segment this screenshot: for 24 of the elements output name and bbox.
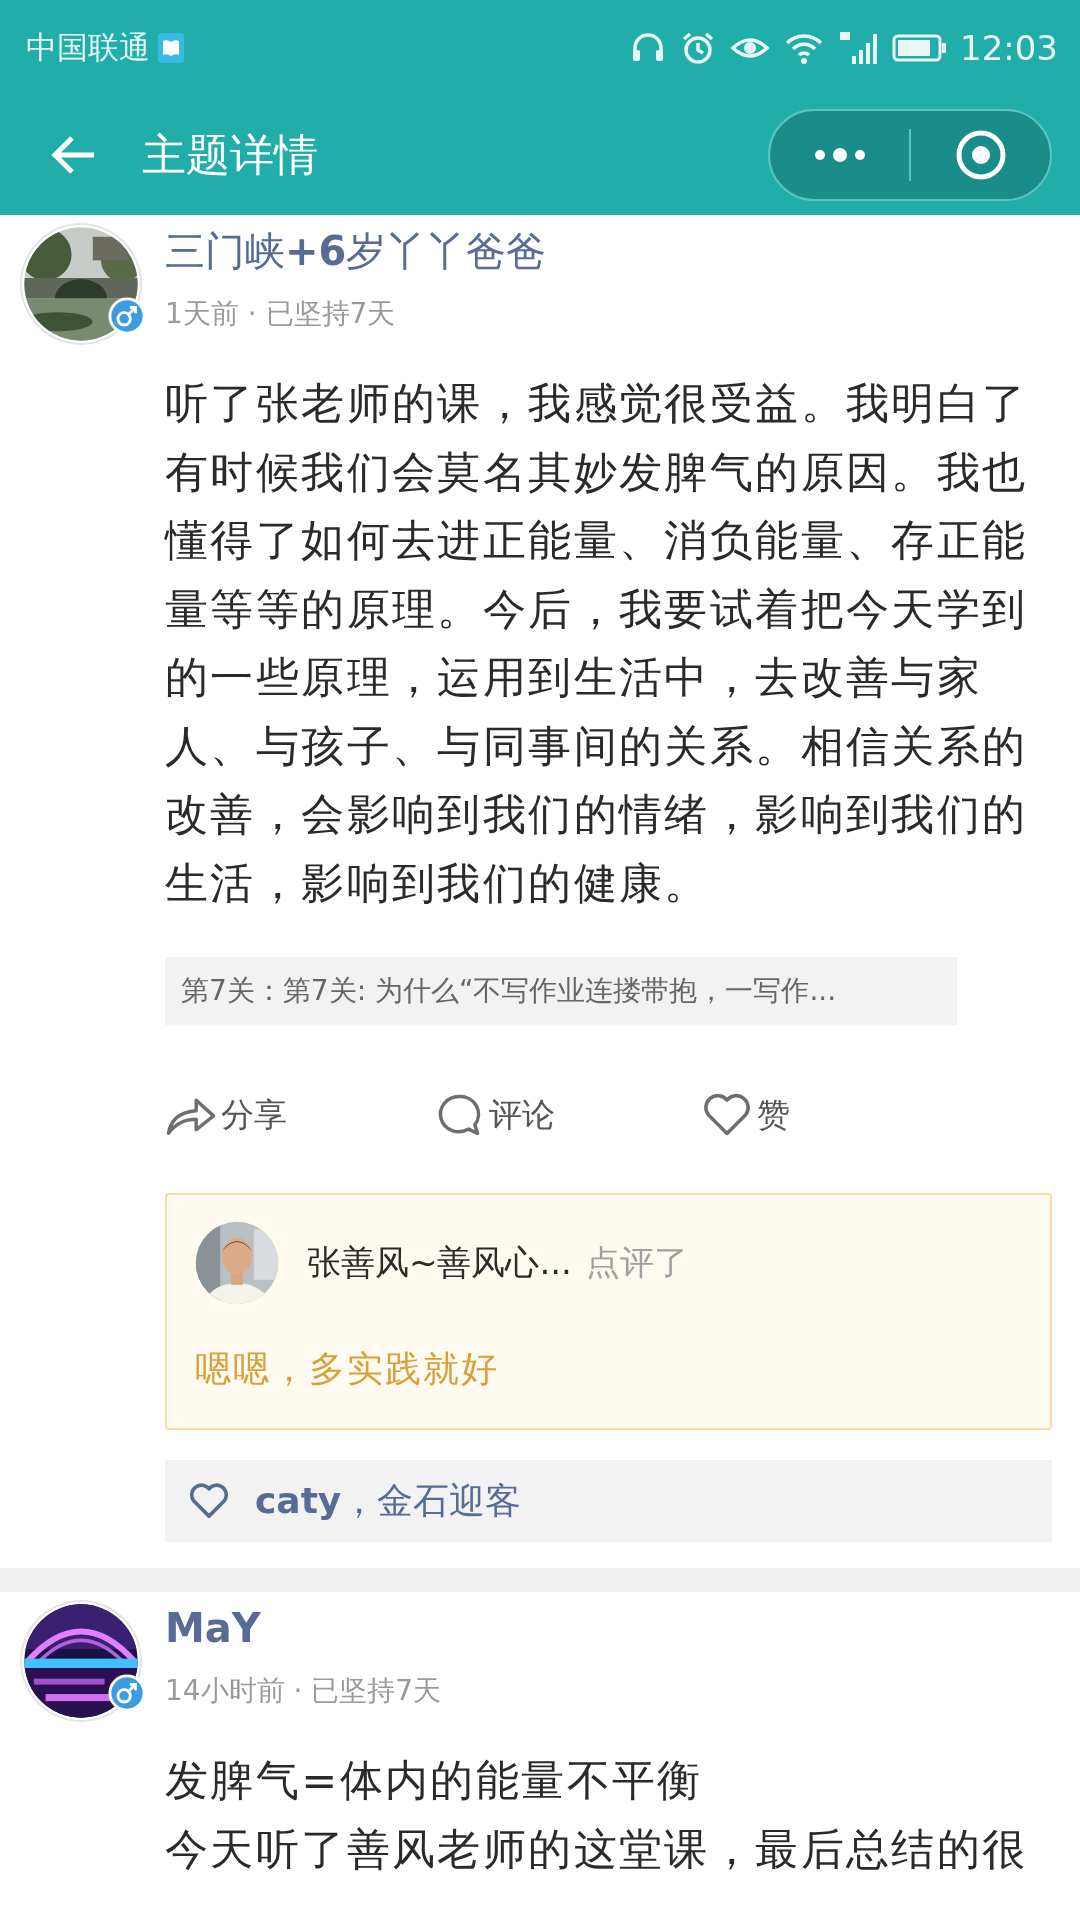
page-title: 主题详情 — [142, 127, 318, 182]
post-text: 听了张老师的课，我感觉很受益。我明白了有时候我们会莫名其妙发脾气的原因。我也懂得了如何去进正能量、消负能量、存正能量等等的原理。今后，我要试着把今天学到的一些原理，运用到生活中，去改善与家人、与孩子、与同事间的关系。相信关系的改善，会影响到我们的情绪，影响到我们的生活，影响到我们的健康。 — [165, 377, 1029, 910]
post-text: 发脾气=体内的能量不平衡 — [165, 1754, 704, 1807]
like-button[interactable]: 赞 — [701, 1092, 969, 1138]
comment-button[interactable]: 评论 — [433, 1092, 701, 1138]
clock-time: 12:03 — [960, 27, 1058, 68]
post-meta: 1天前 · 已坚持7天 — [165, 296, 397, 332]
signal-icon — [838, 29, 878, 66]
male-icon — [108, 1674, 146, 1712]
carrier-name: 中国联通 — [26, 27, 150, 67]
post-text: 今天听了善风老师的这堂课，最后总结的很 — [165, 1822, 1029, 1876]
male-icon — [108, 297, 146, 335]
reviewer-name[interactable]: 张善风~善风心... — [307, 1240, 572, 1286]
heart-icon — [701, 1093, 753, 1137]
review-label: 点评了 — [585, 1241, 688, 1284]
lesson-link[interactable]: 第7关：第7关: 为什么“不写作业连搂带抱，一写作... — [165, 957, 957, 1025]
post-meta: 14小时前 · 已坚持7天 — [165, 1673, 442, 1709]
book-icon — [158, 32, 184, 63]
author-name[interactable]: MaY — [165, 1602, 442, 1654]
share-button[interactable]: 分享 — [165, 1092, 433, 1138]
author-name[interactable]: 三门峡+6岁丫丫爸爸 — [165, 225, 547, 277]
review-text: 嗯嗯，多实践就好 — [195, 1347, 500, 1391]
liker-names[interactable]: caty，金石迎客 — [255, 1476, 522, 1526]
heart-icon — [189, 1483, 229, 1519]
